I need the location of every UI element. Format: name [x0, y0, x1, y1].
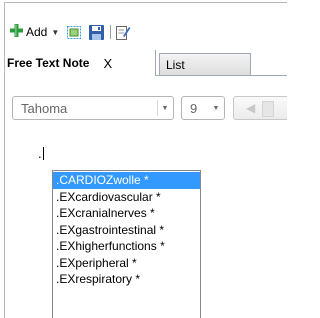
save-icon[interactable]	[89, 24, 105, 40]
typed-text: .	[38, 146, 44, 162]
tab-strip: Free Text Note X List	[5, 50, 287, 76]
screenshot-icon[interactable]	[67, 25, 82, 39]
chevron-down-icon[interactable]: ▼	[157, 100, 172, 116]
autocomplete-item[interactable]: .EXrespiratory *	[53, 271, 200, 288]
tab-free-text-note[interactable]: Free Text Note X	[5, 50, 156, 76]
tab-label: List	[166, 57, 185, 72]
autocomplete-list[interactable]: .CARDIOZwolle * .EXcardiovascular * .EXc…	[52, 170, 201, 318]
font-size-value: 9	[190, 101, 198, 116]
chevron-down-icon[interactable]: ▼	[209, 100, 223, 116]
add-label: Add	[26, 25, 48, 39]
format-toolbar: Tahoma ▼ 9 ▼ ◀	[6, 96, 287, 122]
autocomplete-item[interactable]: .EXhigherfunctions *	[53, 238, 200, 255]
tab-label: Free Text Note	[7, 56, 90, 70]
plus-icon	[10, 24, 23, 40]
toolbar-separator	[110, 25, 112, 39]
edit-document-icon[interactable]	[116, 25, 131, 40]
autocomplete-item[interactable]: .EXgastrointestinal *	[53, 222, 200, 239]
main-toolbar: Add ▼	[10, 22, 131, 42]
caret-down-icon: ▼	[51, 27, 60, 37]
format-page-icon	[262, 101, 274, 117]
format-brush-icon: ◀	[246, 101, 256, 115]
typed-text-value: .	[38, 146, 42, 161]
font-family-value: Tahoma	[21, 101, 68, 116]
autocomplete-item[interactable]: .EXcardiovascular *	[53, 189, 200, 206]
autocomplete-item[interactable]: .EXperipheral *	[53, 255, 200, 272]
text-cursor	[42, 147, 44, 160]
format-button-group[interactable]: ◀	[233, 96, 287, 120]
add-button[interactable]: Add ▼	[10, 24, 59, 40]
font-size-select[interactable]: 9 ▼	[181, 96, 225, 120]
tab-list[interactable]: List	[159, 53, 251, 75]
note-editor-window: Add ▼ Free Text Note X List Tahoma ▼ 9 ▼…	[0, 0, 287, 318]
close-icon[interactable]: X	[103, 56, 112, 71]
font-family-select[interactable]: Tahoma ▼	[12, 96, 174, 120]
autocomplete-item[interactable]: .EXcranialnerves *	[53, 205, 200, 222]
autocomplete-item[interactable]: .CARDIOZwolle *	[53, 172, 200, 189]
